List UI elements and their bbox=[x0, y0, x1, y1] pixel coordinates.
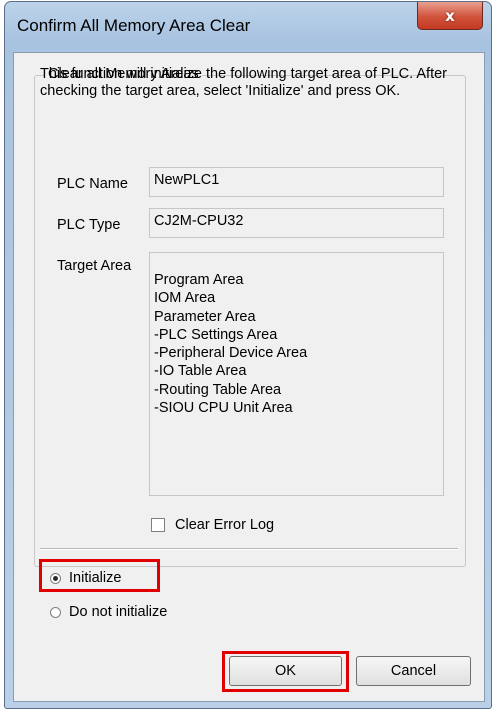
clear-error-log-row[interactable]: Clear Error Log bbox=[151, 517, 274, 533]
plc-name-label: PLC Name bbox=[57, 176, 128, 192]
list-item: Program Area bbox=[154, 272, 244, 288]
clear-error-log-checkbox[interactable] bbox=[151, 518, 165, 532]
close-icon: x bbox=[445, 6, 455, 25]
list-item: -SIOU CPU Unit Area bbox=[154, 400, 293, 417]
ok-highlight bbox=[222, 651, 349, 692]
list-item: -PLC Settings Area bbox=[154, 326, 278, 343]
cancel-button[interactable]: Cancel bbox=[356, 656, 471, 686]
list-item: -Peripheral Device Area bbox=[154, 345, 308, 362]
clear-error-log-label[interactable]: Clear Error Log bbox=[175, 517, 274, 533]
list-item: Parameter Area bbox=[154, 308, 256, 325]
target-area-list[interactable]: Program Area IOM Area Parameter Area -PL… bbox=[149, 252, 444, 496]
title-bar[interactable]: Confirm All Memory Area Clear x bbox=[5, 2, 491, 52]
list-item: IOM Area bbox=[154, 290, 216, 307]
plc-type-label: PLC Type bbox=[57, 217, 121, 233]
initialize-highlight bbox=[39, 559, 160, 592]
do-not-initialize-option[interactable]: Do not initialize bbox=[50, 604, 167, 620]
dialog-title: Confirm All Memory Area Clear bbox=[17, 16, 251, 35]
close-button[interactable]: x bbox=[417, 2, 483, 30]
target-area-label: Target Area bbox=[57, 258, 132, 274]
list-item: -IO Table Area bbox=[154, 363, 247, 380]
separator bbox=[40, 548, 458, 550]
plc-name-field: NewPLC1 bbox=[149, 167, 444, 197]
list-item: -Routing Table Area bbox=[154, 381, 282, 398]
do-not-initialize-label[interactable]: Do not initialize bbox=[69, 604, 167, 620]
description-text: This function will initialize the follow… bbox=[40, 66, 448, 99]
do-not-initialize-radio[interactable] bbox=[50, 606, 61, 618]
plc-type-field: CJ2M-CPU32 bbox=[149, 208, 444, 238]
